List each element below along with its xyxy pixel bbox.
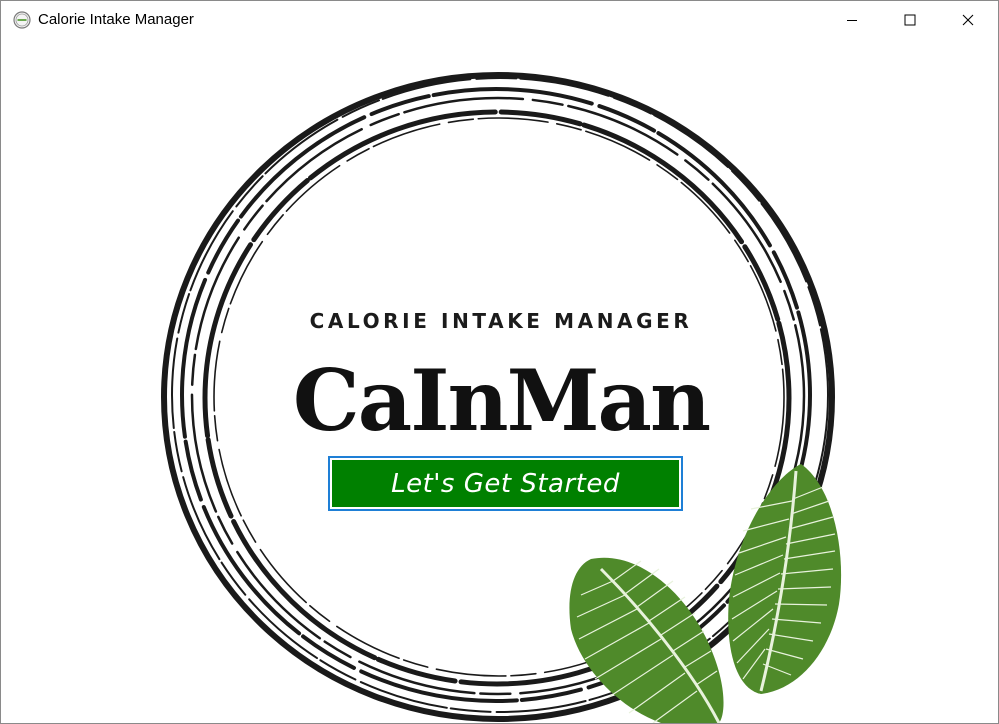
- minimize-button[interactable]: [829, 1, 875, 39]
- splash-canvas: CALORIE INTAKE MANAGER CaInMan Let's Get…: [1, 39, 998, 723]
- maximize-icon: [904, 14, 916, 26]
- brand-title: CaInMan: [292, 351, 711, 450]
- get-started-label: Let's Get Started: [332, 460, 679, 507]
- app-window: Calorie Intake Manager CALORIE INTAKE MA…: [0, 0, 999, 724]
- title-bar[interactable]: Calorie Intake Manager: [1, 1, 998, 39]
- app-subtitle: CALORIE INTAKE MANAGER: [309, 309, 693, 333]
- window-title: Calorie Intake Manager: [38, 11, 194, 28]
- close-button[interactable]: [945, 1, 991, 39]
- maximize-button[interactable]: [887, 1, 933, 39]
- app-icon: [13, 11, 31, 29]
- close-icon: [962, 14, 974, 26]
- minimize-icon: [847, 20, 857, 21]
- get-started-button[interactable]: Let's Get Started: [328, 456, 683, 511]
